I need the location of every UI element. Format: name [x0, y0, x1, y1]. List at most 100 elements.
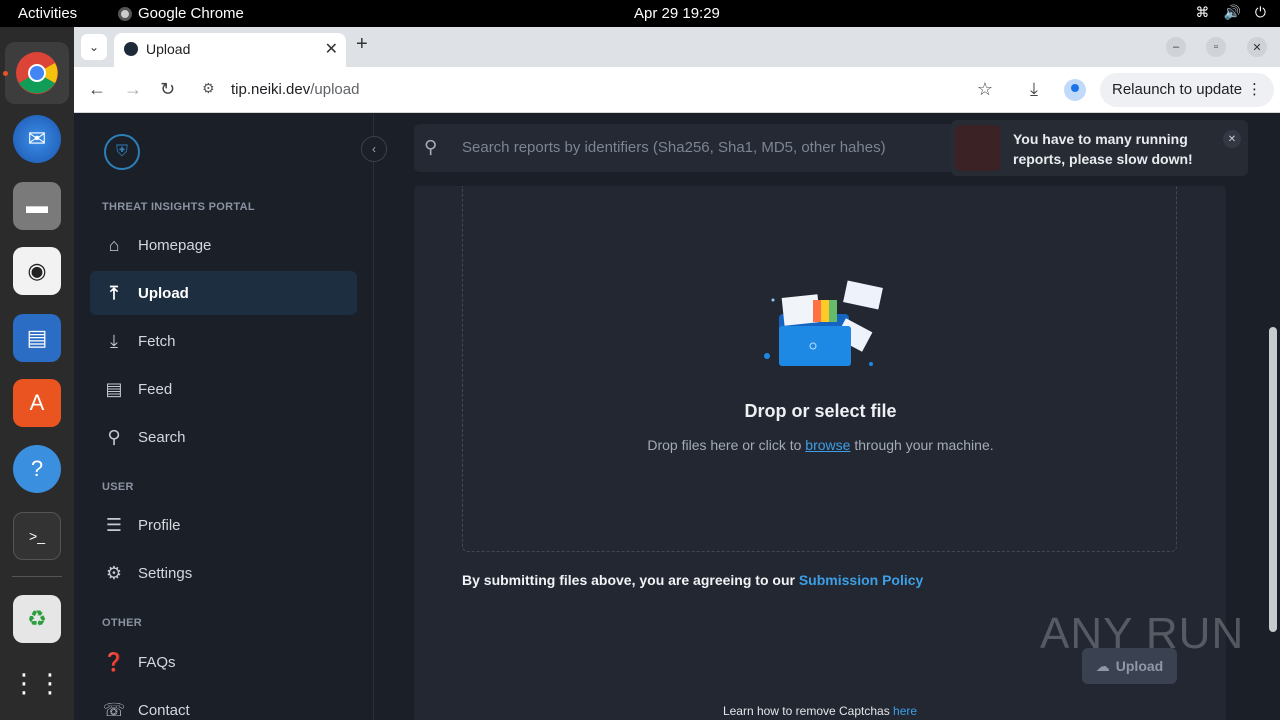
- dropzone-subtitle: Drop files here or click to browse throu…: [463, 437, 1178, 453]
- files-icon[interactable]: ▬: [13, 182, 61, 230]
- web-page: ⛨ ‹ THREAT INSIGHTS PORTAL ⌂ Homepage ⤒ …: [74, 114, 1280, 720]
- new-tab-button[interactable]: +: [356, 33, 368, 56]
- system-tray[interactable]: ⌘ 🔊 ⏻: [1195, 4, 1266, 21]
- forward-icon[interactable]: →: [124, 79, 142, 100]
- dropzone-sub-before: Drop files here or click to: [647, 437, 806, 453]
- url-path: /upload: [310, 81, 360, 98]
- url-text[interactable]: tip.neiki.dev/upload: [231, 81, 359, 98]
- chrome-small-icon: [118, 6, 132, 21]
- sidebar-item-label: FAQs: [138, 653, 176, 671]
- sidebar-item-label: Search: [138, 428, 186, 446]
- minimize-button[interactable]: –: [1166, 37, 1186, 57]
- reload-icon[interactable]: ↻: [160, 79, 175, 100]
- page-scrollbar[interactable]: [1266, 114, 1280, 720]
- portal-logo-icon[interactable]: ⛨: [104, 134, 140, 170]
- search-icon: ⚲: [107, 426, 121, 447]
- sidebar-item-label: Contact: [138, 701, 190, 719]
- site-favicon-icon: [124, 42, 138, 56]
- policy-text: By submitting files above, you are agree…: [462, 572, 799, 588]
- sidebar-item-fetch[interactable]: ⤓ Fetch: [90, 319, 357, 363]
- relaunch-button[interactable]: Relaunch to update ⋮: [1100, 73, 1274, 107]
- gear-icon: ⚙: [105, 562, 123, 583]
- relaunch-label: Relaunch to update: [1112, 81, 1243, 98]
- back-icon[interactable]: ←: [88, 79, 106, 100]
- dropzone-sub-after: through your machine.: [850, 437, 994, 453]
- app-menu[interactable]: Google Chrome: [118, 5, 244, 22]
- writer-icon[interactable]: ▤: [13, 314, 61, 362]
- browse-link[interactable]: browse: [805, 437, 850, 453]
- maximize-button[interactable]: ▫: [1206, 37, 1226, 57]
- terminal-icon[interactable]: >_: [13, 512, 61, 560]
- sidebar-item-faqs[interactable]: ❓ FAQs: [90, 640, 357, 684]
- bookmark-star-icon[interactable]: ☆: [977, 79, 993, 100]
- tab-search-button[interactable]: ⌄: [81, 34, 107, 60]
- thunderbird-icon[interactable]: ✉: [13, 115, 61, 163]
- captcha-notice: Learn how to remove Captchas here: [414, 704, 1226, 718]
- clock[interactable]: Apr 29 19:29: [634, 5, 720, 22]
- file-dropzone[interactable]: Drop or select file Drop files here or c…: [462, 186, 1177, 552]
- sidebar-item-contact[interactable]: ☏ Contact: [90, 688, 357, 720]
- sidebar: ⛨ ‹ THREAT INSIGHTS PORTAL ⌂ Homepage ⤒ …: [74, 114, 387, 720]
- activities-button[interactable]: Activities: [18, 5, 77, 22]
- tab-upload[interactable]: Upload ✕: [114, 33, 346, 67]
- help-icon[interactable]: ?: [13, 445, 61, 493]
- close-window-button[interactable]: ✕: [1247, 37, 1267, 57]
- captcha-here-link[interactable]: here: [893, 704, 917, 718]
- home-icon: ⌂: [108, 234, 120, 255]
- chrome-window: ⌄ Upload ✕ + – ▫ ✕ ← → ↻ ⚙ tip.neiki.dev…: [74, 27, 1280, 720]
- sidebar-item-profile[interactable]: ☰ Profile: [90, 503, 357, 547]
- dock-separator: [12, 576, 62, 577]
- section-other: OTHER: [102, 617, 142, 629]
- downloads-icon[interactable]: ⤓: [1030, 79, 1038, 100]
- search-placeholder: Search reports by identifiers (Sha256, S…: [462, 139, 886, 156]
- system-top-bar: Activities Google Chrome Apr 29 19:29 ⌘ …: [0, 0, 1280, 27]
- section-user: USER: [102, 481, 134, 493]
- sidebar-item-label: Upload: [138, 284, 189, 302]
- sidebar-item-feed[interactable]: ▤ Feed: [90, 367, 357, 411]
- section-portal: THREAT INSIGHTS PORTAL: [102, 201, 255, 213]
- sidebar-item-label: Fetch: [138, 332, 176, 350]
- upload-button-label: Upload: [1115, 658, 1164, 674]
- network-icon: ⌘: [1195, 4, 1210, 20]
- app-name: Google Chrome: [138, 5, 244, 22]
- sidebar-item-upload[interactable]: ⤒ Upload: [90, 271, 357, 315]
- toast-close-icon[interactable]: ✕: [1223, 130, 1241, 148]
- sidebar-item-settings[interactable]: ⚙ Settings: [90, 551, 357, 595]
- trash-icon[interactable]: ♻: [13, 595, 61, 643]
- profile-avatar-icon[interactable]: [1064, 79, 1086, 101]
- dock: ✉ ▬ ◉ ▤ A ? >_ ♻ ⋮⋮: [0, 27, 74, 720]
- profile-icon: ☰: [105, 514, 123, 535]
- fetch-icon: ⤓: [110, 330, 118, 351]
- policy-notice: By submitting files above, you are agree…: [462, 572, 923, 588]
- site-info-icon[interactable]: ⚙: [202, 80, 215, 97]
- chrome-menu-icon[interactable]: ⋮: [1247, 80, 1262, 98]
- show-apps-icon[interactable]: ⋮⋮: [11, 659, 63, 707]
- tab-close-icon[interactable]: ✕: [325, 39, 338, 59]
- volume-icon: 🔊: [1223, 4, 1241, 20]
- submission-policy-link[interactable]: Submission Policy: [799, 572, 923, 588]
- rate-limit-toast: You have to many running reports, please…: [951, 120, 1248, 176]
- upload-icon: ⤒: [110, 282, 118, 303]
- sidebar-item-search[interactable]: ⚲ Search: [90, 415, 357, 459]
- search-icon: ⚲: [424, 137, 438, 157]
- scrollbar-thumb[interactable]: [1269, 327, 1277, 632]
- chrome-icon[interactable]: [13, 49, 61, 97]
- browser-toolbar: ← → ↻ ⚙ tip.neiki.dev/upload ☆ ⤓ Relaunc…: [74, 67, 1280, 113]
- error-icon: [955, 125, 1001, 171]
- sidebar-item-label: Profile: [138, 516, 181, 534]
- sidebar-item-label: Feed: [138, 380, 173, 398]
- app-center-icon[interactable]: A: [13, 379, 61, 427]
- tab-strip: ⌄ Upload ✕ + – ▫ ✕: [74, 27, 1280, 67]
- captcha-text: Learn how to remove Captchas: [722, 704, 894, 718]
- sidebar-item-homepage[interactable]: ⌂ Homepage: [90, 223, 357, 267]
- toast-message: You have to many running reports, please…: [1013, 131, 1193, 167]
- rhythmbox-icon[interactable]: ◉: [13, 247, 61, 295]
- tab-title: Upload: [146, 41, 191, 57]
- contact-icon: ☏: [102, 699, 126, 720]
- power-icon: ⏻: [1254, 4, 1266, 20]
- address-bar[interactable]: ⚙ tip.neiki.dev/upload ☆: [190, 73, 993, 107]
- faq-icon: ❓: [102, 651, 126, 672]
- dropzone-title: Drop or select file: [744, 401, 897, 421]
- feed-icon: ▤: [105, 378, 123, 399]
- url-host: tip.neiki.dev: [231, 81, 311, 98]
